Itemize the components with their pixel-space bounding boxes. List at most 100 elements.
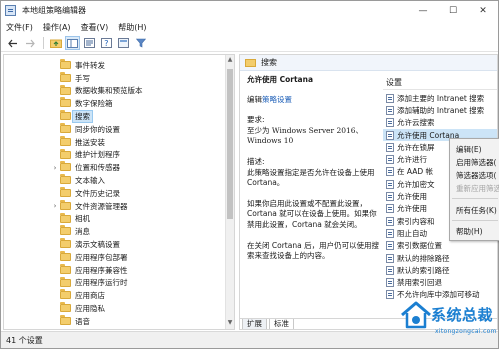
tree-item-label: 应用程序包部署 — [75, 252, 128, 262]
tree-item[interactable]: 事件转发 — [4, 59, 226, 72]
window-controls: — ☐ ✕ — [408, 1, 498, 20]
folder-icon — [60, 174, 71, 185]
tree-item-label: 数字保险箱 — [75, 99, 113, 109]
group-policy-editor-window: 本地组策略编辑器 — ☐ ✕ 文件(F) 操作(A) 查看(V) 帮助(H) ? — [0, 0, 499, 349]
setting-row[interactable]: 允许云搜索 — [383, 117, 497, 129]
folder-icon — [60, 135, 71, 146]
edit-prefix: 编辑 — [247, 94, 262, 104]
disabled-behavior-text: 在关闭 Cortana 后，用户仍可以使用搜索来查找设备上的内容。 — [247, 240, 380, 261]
tree-item-label: 手写 — [75, 73, 90, 83]
tree-item[interactable]: 应用程序运行时 — [4, 276, 226, 290]
tree-item[interactable]: 应用隐私 — [4, 302, 226, 315]
requirements-label: 要求: — [247, 115, 265, 125]
tree-item[interactable]: 相机 — [4, 212, 226, 226]
ctx-enable-filter[interactable]: 启用筛选器( — [456, 157, 496, 168]
setting-label: 允许进行 — [397, 155, 427, 165]
menu-view[interactable]: 查看(V) — [76, 22, 114, 33]
tree-item-label: 推送安装 — [75, 137, 105, 147]
setting-row[interactable]: 默认的索引路径 — [383, 264, 497, 276]
tree-item[interactable]: 消息 — [4, 225, 226, 238]
scrollbar-thumb[interactable] — [227, 69, 233, 219]
tree-item[interactable]: 文件历史记录 — [4, 187, 226, 200]
setting-label: 默认的排除路径 — [397, 253, 450, 263]
tree-item-label: 事件转发 — [75, 60, 105, 70]
folder-icon — [60, 276, 71, 287]
policy-setting-icon — [386, 155, 394, 165]
svg-text:?: ? — [104, 39, 108, 48]
scroll-up-arrow-icon[interactable]: ▲ — [226, 56, 234, 65]
filter-icon[interactable] — [133, 36, 148, 50]
policy-setting-icon — [386, 204, 394, 214]
setting-row[interactable]: 添加主要的 Intranet 搜索 — [383, 92, 497, 104]
tree-item[interactable]: › 文件资源管理器 — [4, 199, 226, 213]
ctx-edit[interactable]: 编辑(E) — [456, 144, 482, 155]
expand-chevron-icon[interactable]: › — [51, 164, 59, 172]
ctx-all-tasks[interactable]: 所有任务(K) — [456, 205, 497, 216]
tree-item-label: 应用程序兼容性 — [75, 265, 128, 275]
tab-standard[interactable]: 标准 — [269, 319, 294, 329]
ctx-help[interactable]: 帮助(H) — [456, 226, 483, 237]
setting-row[interactable]: 索引数据位置 — [383, 240, 497, 252]
tree-item-label: 相机 — [75, 214, 90, 224]
show-tree-icon[interactable] — [65, 36, 80, 50]
tree-item[interactable]: 应用程序包部署 — [4, 251, 226, 264]
requirements-text: 至少为 Windows Server 2016、Windows 10 — [247, 125, 364, 146]
folder-icon — [60, 148, 71, 159]
tree-item[interactable]: 同步你的设置 — [4, 123, 226, 136]
properties-icon[interactable] — [82, 36, 97, 50]
forward-icon[interactable] — [22, 36, 37, 50]
setting-row[interactable]: 添加辅助的 Intranet 搜索 — [383, 104, 497, 116]
expand-chevron-icon[interactable]: › — [51, 202, 59, 210]
tree-item-label: 文件资源管理器 — [75, 201, 128, 211]
setting-label: 索引数据位置 — [397, 241, 442, 251]
details-header-title: 搜索 — [261, 58, 277, 67]
ctx-separator — [452, 220, 498, 221]
policy-tree-pane[interactable]: 事件转发手写 数据收集和预览版本 数字保险箱 搜索 同步你的设置 推送安装 维护计划程序 › 位… — [3, 54, 235, 330]
folder-icon — [60, 187, 71, 197]
setting-label: 禁用索引回退 — [397, 278, 442, 288]
maximize-button[interactable]: ☐ — [438, 1, 468, 20]
tree-item[interactable]: 应用程序兼容性 — [4, 263, 226, 277]
tree-item[interactable]: 语音 — [4, 315, 226, 328]
tree-scrollbar[interactable]: ▲ ▼ — [225, 55, 234, 329]
folder-icon — [60, 238, 71, 249]
tree-item[interactable]: 应用商店 — [4, 289, 226, 302]
policy-setting-icon — [386, 278, 394, 288]
close-button[interactable]: ✕ — [468, 1, 498, 20]
policy-description-panel: 允许使用 Cortana 编辑策略设置 要求: 至少为 Windows Serv… — [247, 75, 380, 272]
tree-item[interactable]: › 位置和传感器 — [4, 161, 226, 174]
minimize-button[interactable]: — — [408, 1, 438, 20]
setting-row[interactable]: 默认的排除路径 — [383, 252, 497, 264]
folder-icon — [60, 302, 71, 313]
menu-action[interactable]: 操作(A) — [38, 22, 76, 33]
help-icon[interactable]: ? — [99, 36, 114, 50]
details-header: 搜索 — [240, 55, 497, 71]
tree-item-label: 位置和传感器 — [75, 163, 120, 173]
setting-row[interactable]: 禁用索引回退 — [383, 277, 497, 289]
tree-item-label: 应用隐私 — [75, 304, 105, 314]
house-logo-icon — [401, 301, 431, 329]
view-icon[interactable] — [116, 36, 131, 50]
tree-item[interactable]: 搜索 — [4, 110, 226, 124]
tree-item[interactable]: 推送安装 — [4, 135, 226, 149]
policy-setting-icon — [386, 253, 394, 263]
tree-item[interactable]: 文本输入 — [4, 174, 226, 187]
policy-setting-icon — [386, 241, 394, 251]
ctx-filter-options[interactable]: 筛选器选项( — [456, 170, 496, 181]
edit-policy-link[interactable]: 策略设置 — [262, 95, 292, 104]
back-icon[interactable] — [5, 36, 20, 50]
tree-item[interactable]: 维护计划程序 — [4, 148, 226, 162]
tab-extended[interactable]: 扩展 — [242, 319, 267, 329]
folder-icon — [60, 199, 71, 210]
tree-item[interactable]: 手写 — [4, 71, 226, 85]
tree-item[interactable]: 演示文稿设置 — [4, 238, 226, 251]
policy-setting-icon — [386, 142, 394, 152]
menu-file[interactable]: 文件(F) — [1, 22, 38, 33]
menu-help[interactable]: 帮助(H) — [113, 22, 151, 33]
folder-icon — [60, 289, 71, 300]
up-folder-icon[interactable] — [48, 36, 63, 50]
scroll-down-arrow-icon[interactable]: ▼ — [226, 319, 234, 328]
tree-item[interactable]: 数字保险箱 — [4, 97, 226, 110]
tree-item[interactable]: 数据收集和预览版本 — [4, 84, 226, 98]
settings-column-header[interactable]: 设置 — [386, 77, 402, 88]
